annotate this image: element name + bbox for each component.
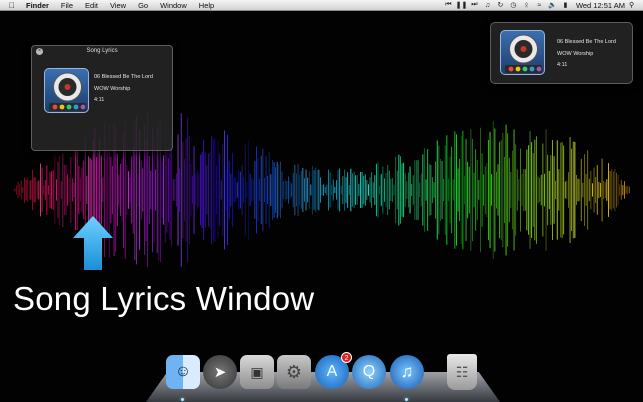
volume-icon[interactable]: 🔈 xyxy=(548,1,557,10)
menu-clock[interactable]: Wed 12:51 AM xyxy=(572,1,629,10)
trash-icon[interactable]: ☷ xyxy=(447,354,477,390)
menu-go[interactable]: Go xyxy=(132,0,154,11)
dock: ☺ ➤ ▣ ⚙ A 2 Q ♫ ☷ xyxy=(0,352,643,402)
time-machine-icon[interactable]: ◷ xyxy=(509,1,518,10)
app-store-icon[interactable]: A 2 xyxy=(315,352,352,389)
system-preferences-gear-icon[interactable]: ⚙ xyxy=(277,355,311,389)
running-indicator xyxy=(181,398,184,401)
track-artist: WOW Worship xyxy=(557,50,594,57)
menu-bar:  Finder File Edit View Go Window Help ⏮… xyxy=(0,0,643,11)
bluetooth-icon[interactable]: ᛟ xyxy=(522,1,531,10)
menu-help[interactable]: Help xyxy=(193,0,220,11)
battery-icon[interactable]: ▮ xyxy=(561,1,570,10)
menu-edit[interactable]: Edit xyxy=(79,0,104,11)
app-store-update-badge: 2 xyxy=(341,352,352,363)
window-title: Song Lyrics xyxy=(86,48,118,54)
spotlight-search-icon[interactable]: ⚲ xyxy=(629,1,639,9)
track-artist: WOW Worship xyxy=(94,85,131,92)
track-duration: 4:11 xyxy=(94,97,105,103)
sync-icon[interactable]: ↻ xyxy=(496,1,505,10)
song-lyrics-window: × Song Lyrics 06 Blessed Be The Lord WOW… xyxy=(31,45,173,151)
apple-menu-icon[interactable]:  xyxy=(9,0,18,11)
menu-view[interactable]: View xyxy=(104,0,132,11)
menu-app-finder[interactable]: Finder xyxy=(26,0,55,11)
track-title: 06 Blessed Be The Lord xyxy=(557,39,616,45)
close-window-icon[interactable]: × xyxy=(36,48,43,55)
album-art-icon[interactable] xyxy=(500,30,545,75)
track-title: 06 Blessed Be The Lord xyxy=(94,74,153,80)
status-area: ⏮ ❚❚ ⏭ ♫ ↻ ◷ ᛟ ≈ 🔈 ▮ Wed 12:51 AM ⚲ xyxy=(442,0,643,11)
menu-window[interactable]: Window xyxy=(154,0,193,11)
running-indicator xyxy=(405,398,408,401)
next-track-icon[interactable]: ⏭ xyxy=(470,1,479,10)
album-art-icon xyxy=(44,68,89,113)
desktop:  Finder File Edit View Go Window Help ⏮… xyxy=(0,0,643,402)
image-capture-icon[interactable]: ▣ xyxy=(240,355,274,389)
pause-icon[interactable]: ❚❚ xyxy=(456,1,468,10)
menu-file[interactable]: File xyxy=(55,0,79,11)
quicktime-icon[interactable]: Q xyxy=(352,355,386,389)
previous-track-icon[interactable]: ⏮ xyxy=(444,1,453,10)
music-note-icon[interactable]: ♫ xyxy=(483,1,492,10)
track-info: 06 Blessed Be The Lord WOW Worship 4:11 xyxy=(94,72,153,107)
wifi-icon[interactable]: ≈ xyxy=(535,1,544,10)
itunes-icon[interactable]: ♫ xyxy=(390,355,424,389)
now-playing-widget: 06 Blessed Be The Lord WOW Worship 4:11 xyxy=(490,22,633,84)
launchpad-rocket-icon[interactable]: ➤ xyxy=(203,355,237,389)
up-arrow-icon xyxy=(73,216,113,270)
track-info: 06 Blessed Be The Lord WOW Worship 4:11 xyxy=(557,37,616,72)
finder-icon[interactable]: ☺ xyxy=(166,355,200,389)
track-duration: 4:11 xyxy=(557,62,568,68)
window-titlebar[interactable]: × Song Lyrics xyxy=(32,46,172,56)
caption-text: Song Lyrics Window xyxy=(13,280,315,317)
